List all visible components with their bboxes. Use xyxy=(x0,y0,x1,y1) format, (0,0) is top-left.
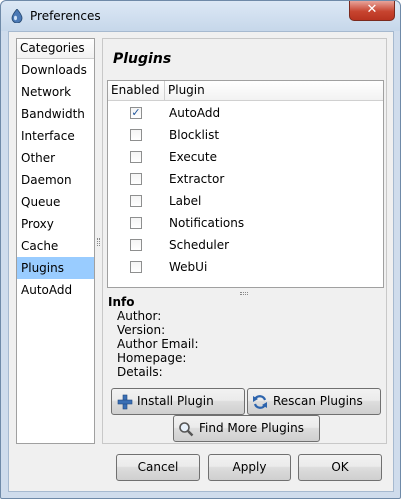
plugin-enabled-checkbox[interactable] xyxy=(130,195,142,207)
cancel-button[interactable]: Cancel xyxy=(116,454,200,481)
close-icon: ✕ xyxy=(366,2,378,17)
category-item-other[interactable]: Other xyxy=(17,147,94,169)
find-more-plugins-label: Find More Plugins xyxy=(199,421,304,435)
plugin-enabled-checkbox[interactable] xyxy=(130,261,142,273)
table-row[interactable]: Label xyxy=(108,190,383,212)
table-row[interactable]: Execute xyxy=(108,146,383,168)
plugin-enabled-checkbox[interactable] xyxy=(130,217,142,229)
close-button[interactable]: ✕ xyxy=(349,1,395,21)
plugin-name: Label xyxy=(169,194,202,208)
rescan-plugins-label: Rescan Plugins xyxy=(273,394,363,408)
plugin-enabled-checkbox[interactable] xyxy=(130,129,142,141)
table-header: Enabled Plugin xyxy=(108,81,383,101)
title-bar[interactable]: Preferences ✕ xyxy=(1,1,400,31)
find-more-plugins-button[interactable]: Find More Plugins xyxy=(173,415,320,442)
category-item-cache[interactable]: Cache xyxy=(17,235,94,257)
plugin-name: Scheduler xyxy=(169,238,230,252)
category-item-interface[interactable]: Interface xyxy=(17,125,94,147)
plugin-name: AutoAdd xyxy=(169,106,221,120)
plugin-name: WebUi xyxy=(169,260,208,274)
table-row[interactable]: Scheduler xyxy=(108,234,383,256)
info-title: Info xyxy=(108,295,135,309)
category-item-autoadd[interactable]: AutoAdd xyxy=(17,279,94,301)
plugins-pane: Plugins Enabled Plugin ✓ AutoAdd Blocklist… xyxy=(102,38,387,444)
magnifier-icon xyxy=(179,422,194,437)
install-plugin-label: Install Plugin xyxy=(137,394,214,408)
category-item-downloads[interactable]: Downloads xyxy=(17,59,94,81)
info-author-label: Author: xyxy=(117,309,162,323)
plugin-name: Execute xyxy=(169,150,217,164)
plus-icon xyxy=(117,394,133,410)
category-item-network[interactable]: Network xyxy=(17,81,94,103)
vertical-splitter-handle[interactable] xyxy=(97,238,100,246)
plugin-table[interactable]: Enabled Plugin ✓ AutoAdd Blocklist Execute E… xyxy=(107,80,384,288)
plugin-name: Extractor xyxy=(169,172,225,186)
deluge-icon xyxy=(11,9,23,23)
column-header-enabled[interactable]: Enabled xyxy=(108,81,165,101)
install-plugin-button[interactable]: Install Plugin xyxy=(111,388,245,415)
table-row[interactable]: ✓ AutoAdd xyxy=(108,102,383,124)
info-homepage-label: Homepage: xyxy=(117,351,187,365)
category-item-proxy[interactable]: Proxy xyxy=(17,213,94,235)
horizontal-splitter-handle[interactable] xyxy=(240,292,248,295)
category-item-plugins[interactable]: Plugins xyxy=(17,257,94,279)
plugin-name: Notifications xyxy=(169,216,245,230)
category-item-bandwidth[interactable]: Bandwidth xyxy=(17,103,94,125)
info-version-label: Version: xyxy=(117,323,166,337)
apply-button[interactable]: Apply xyxy=(208,454,291,481)
table-row[interactable]: Extractor xyxy=(108,168,383,190)
rescan-plugins-button[interactable]: Rescan Plugins xyxy=(247,388,381,415)
table-row[interactable]: Notifications xyxy=(108,212,383,234)
page-title: Plugins xyxy=(113,51,172,67)
categories-header: Categories xyxy=(17,39,94,59)
plugin-enabled-checkbox[interactable] xyxy=(130,151,142,163)
plugin-enabled-checkbox[interactable] xyxy=(130,173,142,185)
plugin-name: Blocklist xyxy=(169,128,220,142)
plugin-enabled-checkbox[interactable]: ✓ xyxy=(130,107,142,119)
info-details-label: Details: xyxy=(117,365,163,379)
column-header-plugin[interactable]: Plugin xyxy=(166,81,205,101)
category-item-queue[interactable]: Queue xyxy=(17,191,94,213)
category-item-daemon[interactable]: Daemon xyxy=(17,169,94,191)
categories-list[interactable]: Categories Downloads Network Bandwidth Inte… xyxy=(16,38,95,444)
table-row[interactable]: Blocklist xyxy=(108,124,383,146)
window-title: Preferences xyxy=(30,9,101,23)
dialog-body: Categories Downloads Network Bandwidth Inte… xyxy=(8,31,394,492)
info-author-email-label: Author Email: xyxy=(117,337,199,351)
preferences-window: Preferences ✕ Categories Downloads Networ… xyxy=(0,0,401,499)
plugin-enabled-checkbox[interactable] xyxy=(130,239,142,251)
table-row[interactable]: WebUi xyxy=(108,256,383,278)
ok-button[interactable]: OK xyxy=(298,454,382,481)
refresh-icon xyxy=(253,395,267,409)
